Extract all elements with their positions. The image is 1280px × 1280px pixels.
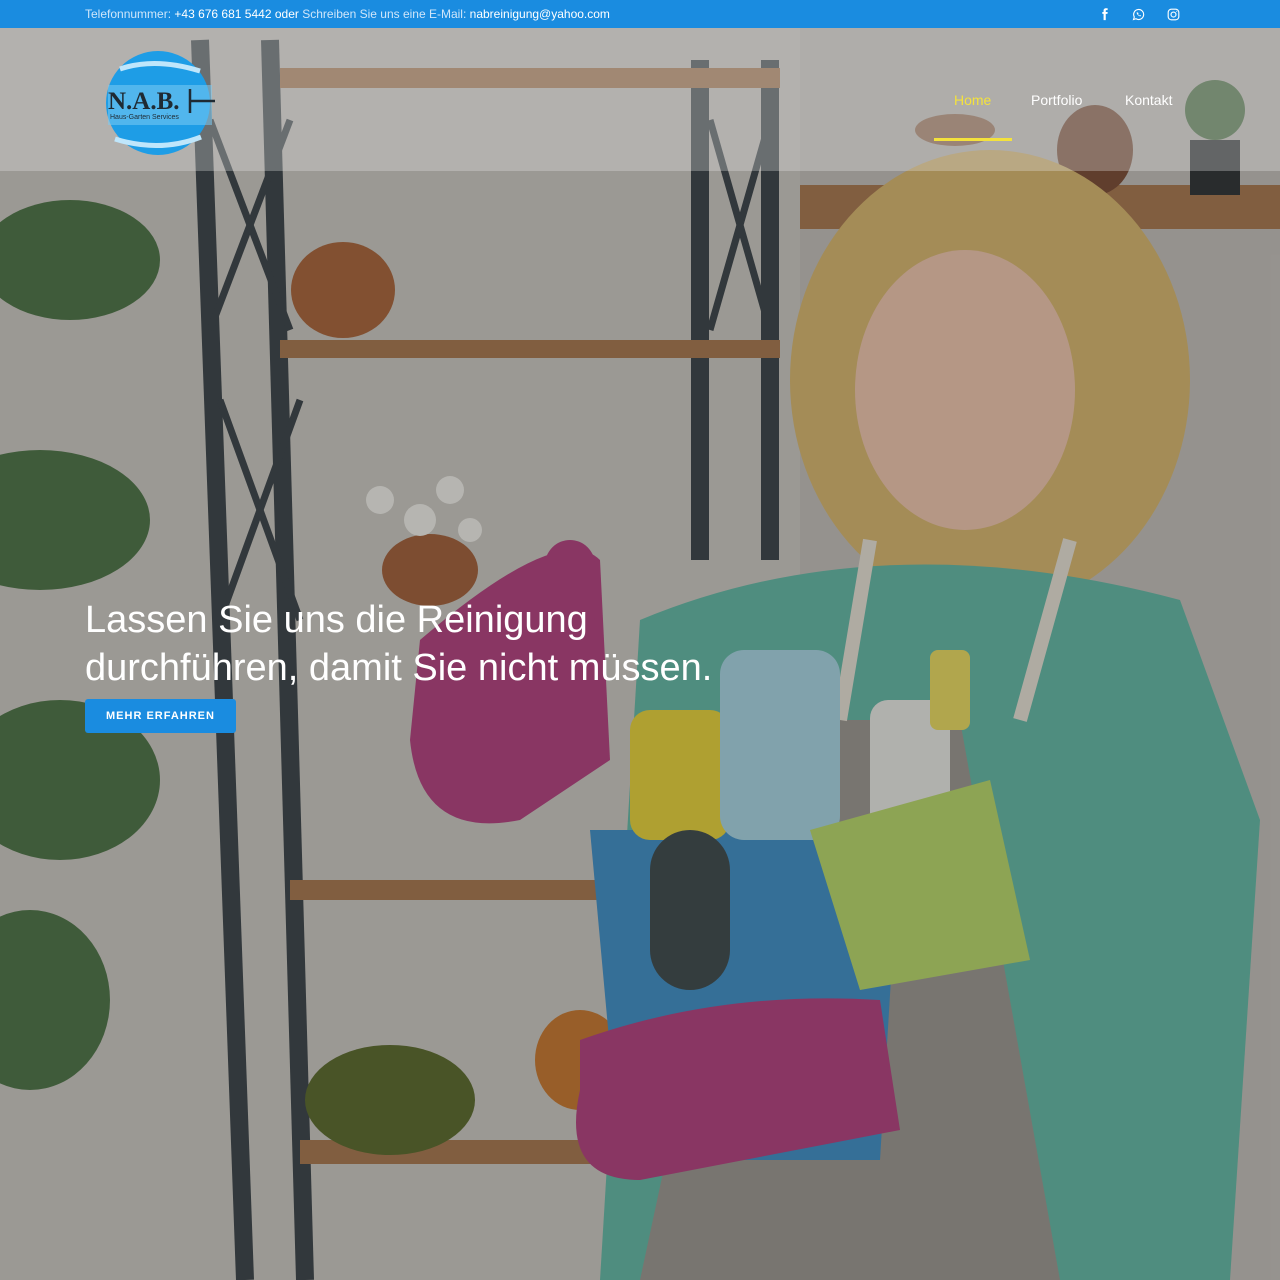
nav-portfolio[interactable]: Portfolio (1031, 90, 1082, 110)
top-contact-bar: Telefonnummer: +43 676 681 5442 oder Sch… (0, 0, 1280, 28)
active-nav-indicator (934, 138, 1012, 141)
site-logo[interactable]: N.A.B. Haus-Garten Services (105, 49, 215, 159)
learn-more-button[interactable]: MEHR ERFAHREN (85, 699, 236, 733)
email-link[interactable]: nabreinigung@yahoo.com (470, 7, 610, 21)
hero-title-line2: durchführen, damit Sie nicht müssen. (85, 647, 713, 689)
nav-home[interactable]: Home (954, 90, 991, 110)
logo-emblem: N.A.B. Haus-Garten Services (106, 51, 215, 155)
logo-text: N.A.B. (108, 88, 180, 115)
nav-kontakt[interactable]: Kontakt (1125, 90, 1172, 110)
hero-title-line1: Lassen Sie uns die Reinigung (85, 599, 588, 641)
facebook-icon[interactable] (1090, 0, 1118, 28)
hero-title: Lassen Sie uns die Reinigung durchführen… (85, 596, 785, 692)
contact-info: Telefonnummer: +43 676 681 5442 oder Sch… (85, 0, 610, 28)
whatsapp-icon[interactable] (1124, 0, 1152, 28)
phone-link[interactable]: +43 676 681 5442 (174, 7, 271, 21)
logo-subtitle: Haus-Garten Services (110, 114, 179, 121)
or-text: oder (274, 7, 299, 21)
instagram-icon[interactable] (1159, 0, 1187, 28)
phone-label: Telefonnummer: (85, 7, 172, 21)
site-header: N.A.B. Haus-Garten Services Home Portfol… (0, 28, 1280, 171)
email-label: Schreiben Sie uns eine E-Mail: (302, 7, 467, 21)
